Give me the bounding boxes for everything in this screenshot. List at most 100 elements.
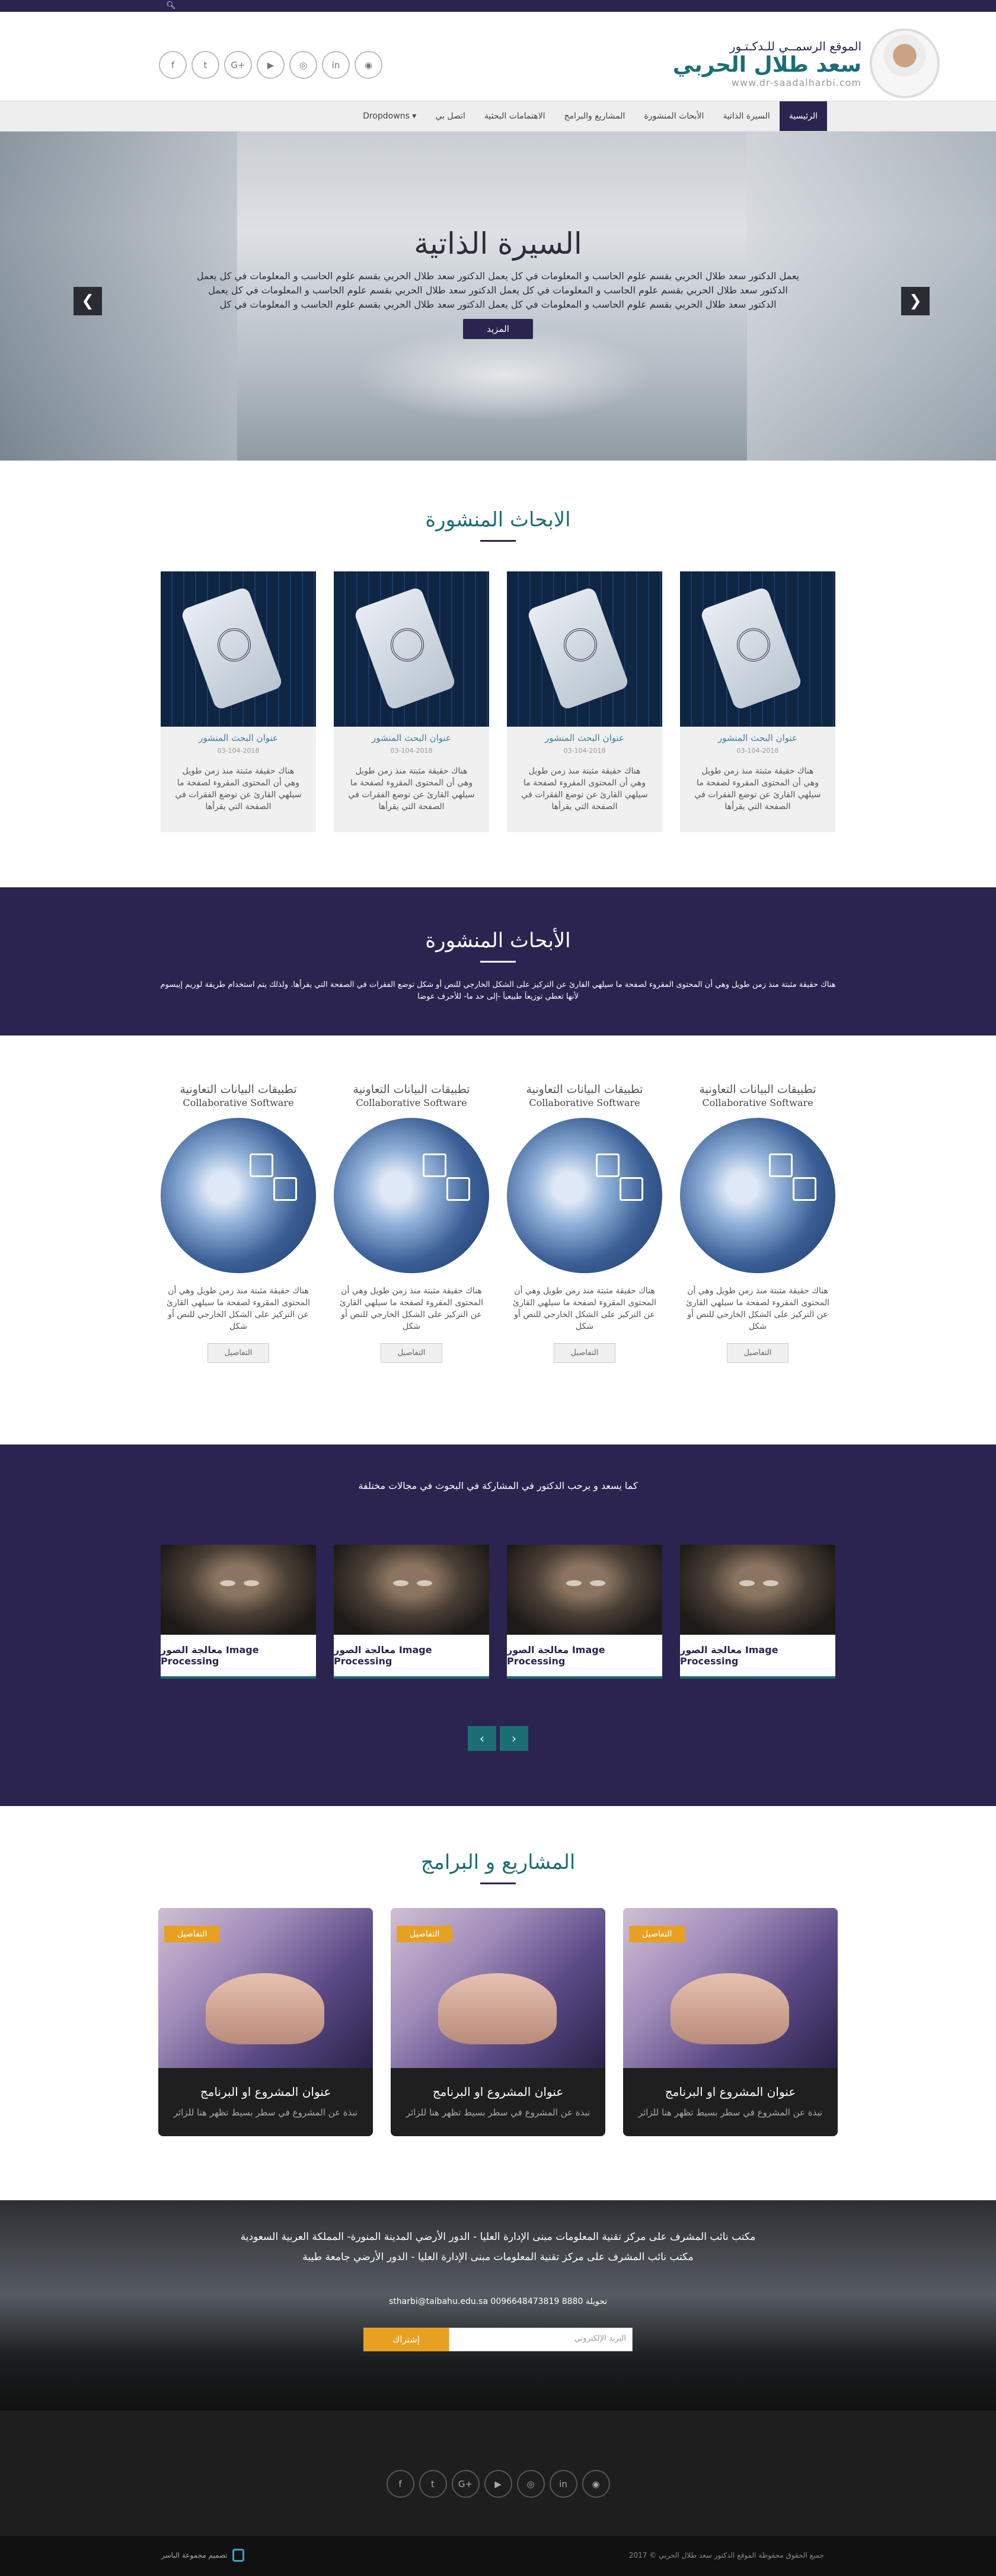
- nav-item-research[interactable]: الاهتمامات البحثية: [475, 101, 555, 131]
- projects-section: المشاريع و البرامج التفاصيل عنوان المشرو…: [0, 1806, 996, 2200]
- project-text: نبذة عن المشروع في سطر بسيط تظهر هنا للز…: [173, 2107, 358, 2118]
- collab-text: هناك حقيقة مثبتة منذ زمن طويل وهي أن الم…: [339, 1286, 484, 1331]
- hero-slider: ❮ ❯ السيرة الذاتية يعمل الدكتور سعد طلال…: [0, 132, 996, 461]
- details-button[interactable]: التفاصيل: [207, 1343, 270, 1363]
- band-text: هناك حقيقة مثبتة منذ زمن طويل وهي أن الم…: [160, 980, 836, 1001]
- paper-date: 03-104-2018: [736, 747, 779, 755]
- instagram-icon[interactable]: ◎: [289, 51, 317, 79]
- paper-date: 03-104-2018: [217, 747, 260, 755]
- nav-item-cv[interactable]: السيرة الذاتية: [713, 101, 779, 131]
- copyright: جميع الحقوق محفوظة الموقع الدكتور سعد طل…: [628, 2551, 824, 2559]
- research-card[interactable]: معالجة الصور Image Processing: [161, 1545, 316, 1679]
- footer-address2: مكتب نائب المشرف على مركز تقنية المعلوما…: [302, 2251, 694, 2263]
- paper-title[interactable]: عنوان البحث المنشور: [507, 733, 662, 743]
- collab-card: تطبيقات البيانات التعاونية Collaborative…: [680, 1083, 835, 1363]
- site-logo[interactable]: الموقع الرسمــي للـدكـتـور سعد طلال الحر…: [673, 28, 940, 98]
- paper-card[interactable]: عنوان البحث المنشور 03-104-2018 هناك حقي…: [334, 571, 489, 832]
- instagram-icon[interactable]: ◎: [516, 2470, 545, 2498]
- paper-card[interactable]: عنوان البحث المنشور 03-104-2018 هناك حقي…: [161, 571, 316, 832]
- hero-more-button[interactable]: المزيد: [463, 319, 533, 339]
- nav-item-home[interactable]: الرئيسية: [779, 101, 827, 131]
- details-button[interactable]: التفاصيل: [553, 1343, 616, 1363]
- collab-image: [507, 1118, 662, 1273]
- research-image: [680, 1545, 835, 1635]
- project-details-tag[interactable]: التفاصيل: [397, 1926, 453, 1942]
- collab-title-en: Collaborative Software: [529, 1097, 640, 1108]
- search-icon[interactable]: 🔍︎: [166, 1, 176, 10]
- paper-date: 03-104-2018: [390, 747, 433, 755]
- collab-title-ar: تطبيقات البيانات التعاونية: [699, 1083, 816, 1096]
- papers-section: الابحاث المنشورة عنوان البحث المنشور 03-…: [0, 461, 996, 887]
- designer-text: تصميم مجموعة الباسر: [161, 2551, 228, 2559]
- rss-icon[interactable]: ◉: [582, 2470, 610, 2498]
- google-plus-icon[interactable]: G+: [451, 2470, 480, 2498]
- research-caption: معالجة الصور Image Processing: [161, 1635, 316, 1679]
- linkedin-icon[interactable]: in: [549, 2470, 577, 2498]
- project-card[interactable]: التفاصيل عنوان المشروع او البرنامج نبذة …: [391, 1908, 605, 2136]
- facebook-icon[interactable]: f: [159, 51, 187, 79]
- paper-text: هناك حقيقة مثبتة منذ زمن طويل وهي أن الم…: [348, 766, 475, 811]
- nav-item-projects[interactable]: المشاريع والبرامج: [555, 101, 635, 131]
- rss-icon[interactable]: ◉: [355, 51, 382, 79]
- collab-title-ar: تطبيقات البيانات التعاونية: [526, 1083, 643, 1096]
- project-details-tag[interactable]: التفاصيل: [629, 1926, 685, 1942]
- research-card[interactable]: معالجة الصور Image Processing: [334, 1545, 489, 1679]
- paper-image: [334, 571, 489, 727]
- research-card[interactable]: معالجة الصور Image Processing: [680, 1545, 835, 1679]
- header: f t G+ ▶ ◎ in ◉ الموقع الرسمــي للـدكـتـ…: [0, 12, 996, 101]
- paper-card[interactable]: عنوان البحث المنشور 03-104-2018 هناك حقي…: [507, 571, 662, 832]
- collab-image: [680, 1118, 835, 1273]
- paper-title[interactable]: عنوان البحث المنشور: [680, 733, 835, 743]
- paper-card[interactable]: عنوان البحث المنشور 03-104-2018 هناك حقي…: [680, 571, 835, 832]
- fingerprint-icon: [737, 628, 770, 661]
- youtube-icon[interactable]: ▶: [257, 51, 285, 79]
- email-field[interactable]: البريد الإلكتروني: [449, 2328, 633, 2351]
- nav-item-contact[interactable]: اتصل بي: [426, 101, 475, 131]
- collab-image: [334, 1118, 489, 1273]
- google-plus-icon[interactable]: G+: [224, 51, 252, 79]
- footer-social-links: f t G+ ▶ ◎ in ◉: [386, 2470, 610, 2498]
- nav-item-papers[interactable]: الأبحاث المنشورة: [634, 101, 713, 131]
- facebook-icon[interactable]: f: [386, 2470, 414, 2498]
- header-social-links: f t G+ ▶ ◎ in ◉: [159, 51, 382, 79]
- project-card[interactable]: التفاصيل عنوان المشروع او البرنامج نبذة …: [623, 1908, 838, 2136]
- paper-text: هناك حقيقة مثبتة منذ زمن طويل وهي أن الم…: [175, 766, 302, 811]
- project-card[interactable]: التفاصيل عنوان المشروع او البرنامج نبذة …: [158, 1908, 373, 2136]
- main-nav: الرئيسية السيرة الذاتية الأبحاث المنشورة…: [0, 101, 996, 132]
- logo-line1: الموقع الرسمــي للـدكـتـور: [729, 39, 861, 53]
- research-caption: معالجة الصور Image Processing: [507, 1635, 662, 1679]
- subscribe-button[interactable]: إشتراك: [363, 2328, 449, 2351]
- twitter-icon[interactable]: t: [191, 51, 219, 79]
- papers-title: الابحاث المنشورة: [425, 508, 571, 532]
- slider-next-button[interactable]: ❯: [901, 287, 930, 315]
- fingerprint-icon: [218, 628, 251, 661]
- paper-date: 03-104-2018: [563, 747, 606, 755]
- research-card[interactable]: معالجة الصور Image Processing: [507, 1545, 662, 1679]
- carousel-prev-button[interactable]: ‹: [468, 1726, 496, 1751]
- project-text: نبذة عن المشروع في سطر بسيط تظهر هنا للز…: [638, 2107, 823, 2118]
- details-button[interactable]: التفاصيل: [380, 1343, 443, 1363]
- logo-domain: www.dr-saadalharbi.com: [731, 76, 861, 88]
- research-caption: معالجة الصور Image Processing: [680, 1635, 835, 1679]
- carousel-next-button[interactable]: ›: [500, 1726, 528, 1751]
- nav-item-dropdowns[interactable]: Dropdowns ▾: [353, 101, 426, 131]
- newsletter-form: البريد الإلكتروني إشتراك: [0, 2328, 996, 2351]
- papers-band: الأبحاث المنشورة هناك حقيقة مثبتة منذ زم…: [0, 887, 996, 1035]
- fingerprint-icon: [564, 628, 597, 661]
- collab-text: هناك حقيقة مثبتة منذ زمن طويل وهي أن الم…: [512, 1286, 657, 1331]
- details-button[interactable]: التفاصيل: [726, 1343, 789, 1363]
- youtube-icon[interactable]: ▶: [484, 2470, 512, 2498]
- logo-text: الموقع الرسمــي للـدكـتـور سعد طلال الحر…: [673, 39, 861, 88]
- collab-section: تطبيقات البيانات التعاونية Collaborative…: [0, 1035, 996, 1444]
- designer-credit[interactable]: تصميم مجموعة الباسر: [161, 2549, 244, 2562]
- paper-title[interactable]: عنوان البحث المنشور: [161, 733, 316, 743]
- title-divider: [480, 961, 516, 963]
- twitter-icon[interactable]: t: [419, 2470, 447, 2498]
- paper-image: [161, 571, 316, 727]
- fingerprint-icon: [391, 628, 424, 661]
- project-title: عنوان المشروع او البرنامج: [432, 2085, 564, 2099]
- paper-title[interactable]: عنوان البحث المنشور: [334, 733, 489, 743]
- slider-prev-button[interactable]: ❮: [74, 287, 102, 315]
- project-details-tag[interactable]: التفاصيل: [164, 1926, 221, 1942]
- linkedin-icon[interactable]: in: [322, 51, 350, 79]
